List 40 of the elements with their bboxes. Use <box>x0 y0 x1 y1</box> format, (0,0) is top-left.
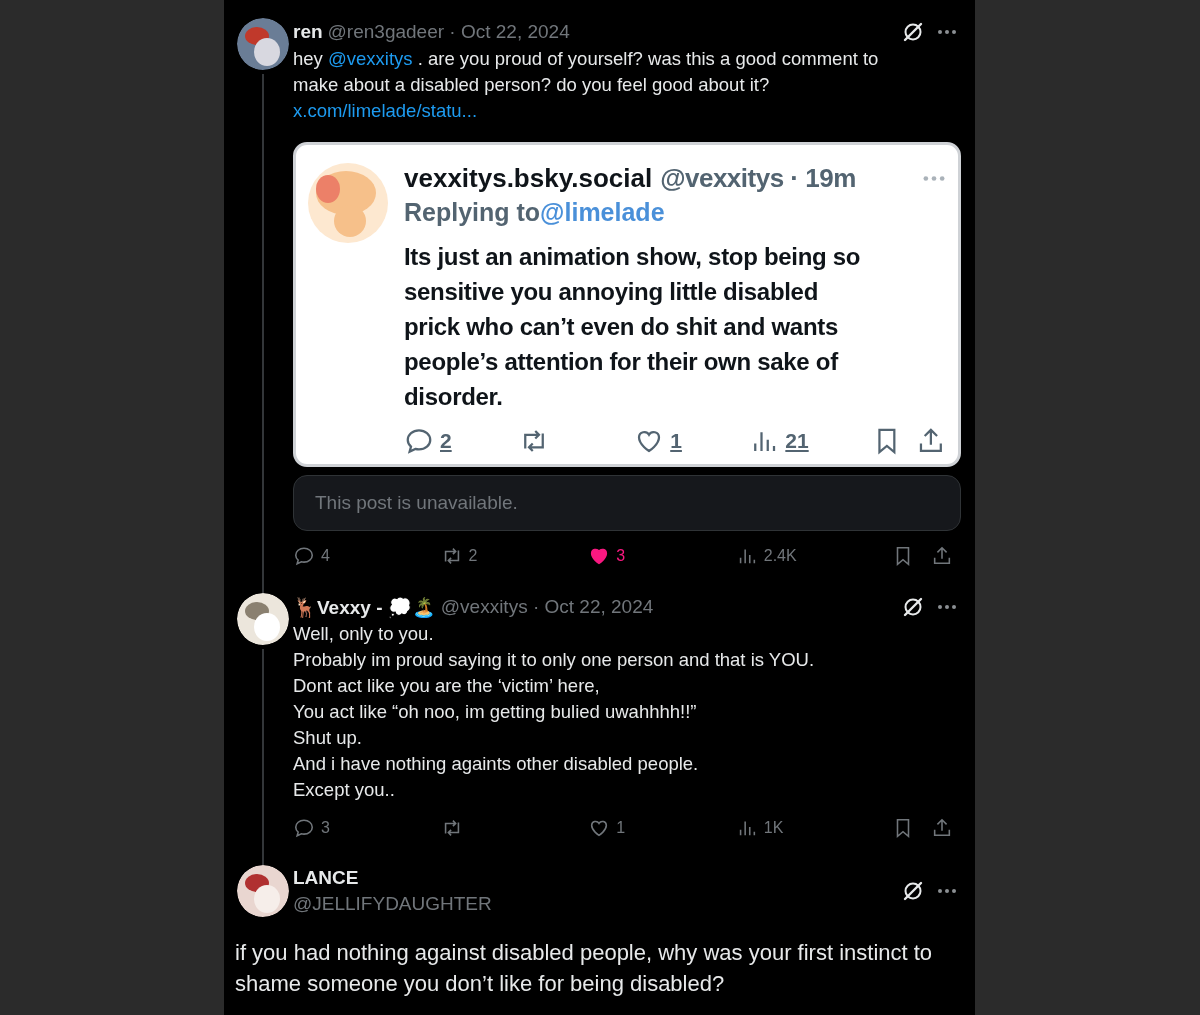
more-icon[interactable] <box>937 604 957 610</box>
reply-icon <box>293 817 315 839</box>
post-text: Well, only to you. Probably im proud saying it to only one person and that is YOU. Dont act like you are the ‘victim’ here, You act like “oh noo, im getting bulied uwahhhh!!” Shut up. And i have nothing againts other disabled people. Except you.. <box>293 622 816 802</box>
like-button[interactable]: 3 <box>588 545 736 567</box>
more-icon[interactable] <box>937 888 957 894</box>
author-handle: @JELLIFYDAUGHTER <box>293 893 492 915</box>
stat-count: 2 <box>440 429 452 453</box>
replying-to-text: Replying to@limelade <box>404 198 666 227</box>
stat-count: 21 <box>785 429 809 453</box>
unavailable-notice: This post is unavailable. <box>293 475 961 531</box>
post-meta: @ren3gadeer · Oct 22, 2024 <box>327 21 570 43</box>
post-meta: @vexxitys · 19m <box>660 163 856 194</box>
author-name[interactable]: 🦌Vexxy - 💭🏝 <box>293 595 436 619</box>
avatar[interactable] <box>236 18 289 70</box>
reply-button[interactable]: 4 <box>293 545 441 567</box>
reply-button[interactable]: 3 <box>293 817 441 839</box>
more-icon[interactable] <box>937 29 957 35</box>
avatar[interactable] <box>236 865 289 917</box>
stat-count: 1 <box>670 429 682 453</box>
url-link[interactable]: x.com/limelade/statu... <box>293 100 478 121</box>
slashed-circle-icon[interactable] <box>901 595 925 619</box>
views-button[interactable]: 1K <box>735 817 884 839</box>
post-text: hey @vexxitys . are you proud of yourself? was this a good comment to make about a disabled person? do you feel good about it? x.com/limelade/statu... <box>293 47 880 123</box>
mention-link[interactable]: @limelade <box>540 198 665 226</box>
slashed-circle-icon[interactable] <box>901 879 925 903</box>
views-button[interactable]: 2.4K <box>735 545 884 567</box>
author-name: vexxitys.bsky.social <box>404 163 653 194</box>
slashed-circle-icon[interactable] <box>901 20 925 44</box>
avatar[interactable] <box>236 593 289 645</box>
repost-button[interactable]: 2 <box>440 545 589 567</box>
post-meta: @vexxitys · Oct 22, 2024 <box>440 596 654 618</box>
reply-icon <box>404 426 434 456</box>
author-name[interactable]: ren <box>293 21 323 43</box>
quoted-post-text: Its just an animation show, stop being so sensitive you annoying little disabled prick who can’t even do shit and wants people’s attention for their own sake of disorder. <box>404 242 862 412</box>
reply-icon <box>293 545 315 567</box>
mention-link[interactable]: @vexxitys <box>327 48 413 69</box>
post-text: if you had nothing against disabled people, why was your first instinct to shame someone you don’t like for being disabled? <box>235 939 934 998</box>
author-name[interactable]: LANCE <box>293 867 487 889</box>
more-icon <box>922 175 946 182</box>
like-button[interactable]: 1 <box>588 817 736 839</box>
